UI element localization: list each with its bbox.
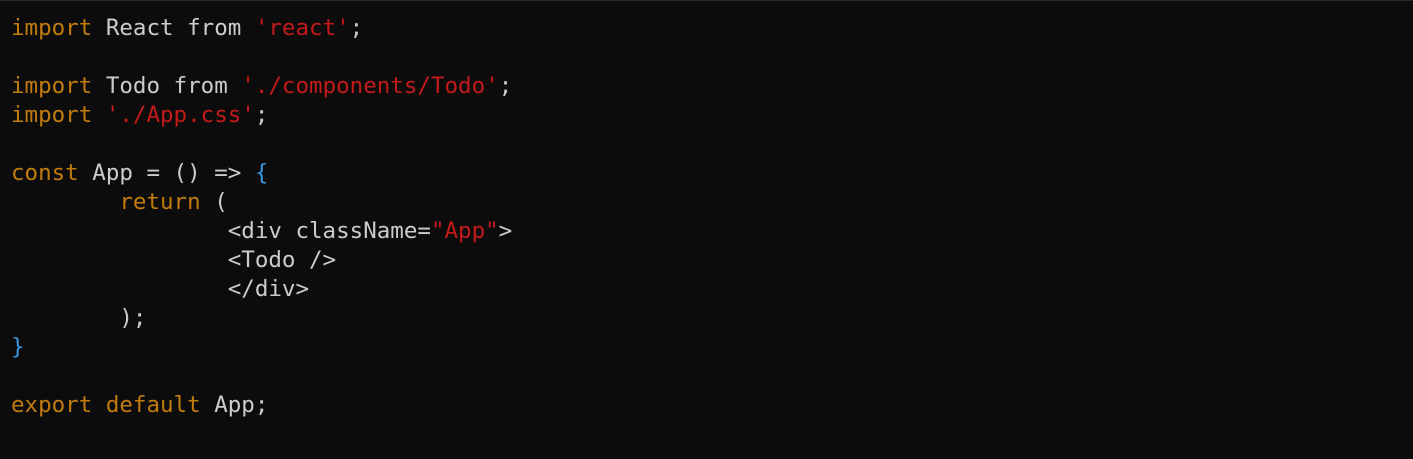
code-token-brace: {	[254, 160, 269, 186]
code-line: <Todo />	[11, 246, 512, 275]
code-line: }	[11, 333, 512, 362]
code-line: ​	[11, 43, 512, 72]
code-token-plain: ;	[498, 73, 513, 99]
code-block[interactable]: import React from 'react';​import Todo f…	[11, 14, 512, 420]
code-token-plain: App;	[200, 392, 269, 418]
code-line: import React from 'react';	[11, 14, 512, 43]
code-token-keyword: import	[11, 102, 93, 128]
code-line: import Todo from './components/Todo';	[11, 72, 512, 101]
code-token-plain: >	[498, 218, 513, 244]
code-token-plain: );	[11, 305, 147, 331]
code-token-plain: (	[200, 189, 228, 215]
code-token-keyword: default	[105, 392, 201, 418]
code-token-plain: from	[173, 73, 228, 99]
code-line: export default App;	[11, 391, 512, 420]
code-token-plain: Todo	[92, 73, 174, 99]
code-token-string: "App"	[430, 218, 499, 244]
code-token-plain: App = () =>	[78, 160, 255, 186]
code-token-keyword: import	[11, 73, 93, 99]
code-editor[interactable]: import React from 'react';​import Todo f…	[0, 0, 1413, 459]
code-token-plain: ;	[254, 102, 269, 128]
code-token-plain: React	[92, 15, 188, 41]
code-token-string: 'react'	[254, 15, 350, 41]
code-token-brace: }	[11, 334, 25, 360]
code-token-keyword: import	[11, 15, 93, 41]
code-token-plain: ;	[349, 15, 364, 41]
code-line: );	[11, 304, 512, 333]
code-line: ​	[11, 362, 512, 391]
code-token-string: './components/Todo'	[241, 73, 499, 99]
code-token-string: './App.css'	[105, 102, 255, 128]
code-token-keyword: return	[119, 189, 201, 215]
code-token-plain: </div>	[11, 276, 310, 302]
code-line: const App = () => {	[11, 159, 512, 188]
code-token-plain: <Todo />	[11, 247, 337, 273]
code-token-plain: <div className=	[11, 218, 431, 244]
code-line: import './App.css';	[11, 101, 512, 130]
code-line: return (	[11, 188, 512, 217]
code-line: <div className="App">	[11, 217, 512, 246]
code-token-plain: from	[187, 15, 242, 41]
code-line: ​	[11, 130, 512, 159]
code-token-keyword: export	[11, 392, 93, 418]
code-line: </div>	[11, 275, 512, 304]
code-token-keyword: const	[11, 160, 79, 186]
